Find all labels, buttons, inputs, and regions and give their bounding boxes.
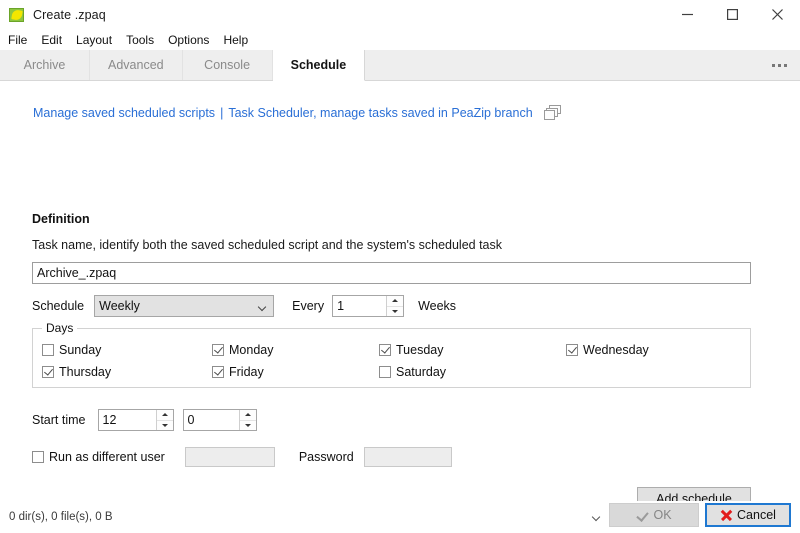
checkbox-icon-sunday[interactable] [42, 344, 54, 356]
every-label: Every [292, 299, 324, 313]
stepper-down-icon[interactable] [387, 306, 403, 317]
stepper-up-icon[interactable] [387, 296, 403, 306]
close-icon[interactable] [755, 0, 800, 29]
tab-console[interactable]: Console [183, 50, 273, 80]
tab-advanced[interactable]: Advanced [90, 50, 183, 80]
every-stepper[interactable]: 1 [332, 295, 404, 317]
start-time-hours-value: 12 [99, 410, 156, 430]
chevron-down-icon [259, 304, 266, 311]
password-label: Password [299, 450, 354, 464]
menu-item-tools[interactable]: Tools [126, 31, 162, 49]
checkbox-icon-thursday[interactable] [42, 366, 54, 378]
minutes-stepper-arrows[interactable] [239, 410, 256, 430]
chevron-down-icon[interactable] [593, 514, 602, 523]
checkbox-icon-run-as-different-user[interactable] [32, 451, 44, 463]
schedule-frequency-row: Schedule Weekly Every 1 Weeks [32, 295, 456, 317]
peazip-leaf-icon [9, 7, 25, 23]
menu-item-file[interactable]: File [8, 31, 35, 49]
menu-item-options[interactable]: Options [168, 31, 217, 49]
ok-button-label: OK [653, 508, 671, 522]
start-time-label: Start time [32, 413, 86, 427]
stepper-up-icon[interactable] [157, 410, 173, 420]
stepper-down-icon[interactable] [157, 420, 173, 431]
schedule-label: Schedule [32, 299, 84, 313]
hours-stepper-arrows[interactable] [156, 410, 173, 430]
link-separator: | [220, 106, 223, 120]
start-time-minutes-stepper[interactable]: 0 [183, 409, 257, 431]
start-time-row: Start time 12 0 [32, 409, 257, 431]
start-time-minutes-value: 0 [184, 410, 239, 430]
run-as-username-input[interactable] [185, 447, 275, 467]
day-label-wednesday: Wednesday [583, 343, 649, 357]
day-checkbox-monday[interactable]: Monday [212, 341, 379, 359]
task-name-input[interactable] [32, 262, 751, 284]
checkbox-icon-wednesday[interactable] [566, 344, 578, 356]
cancel-button-label: Cancel [737, 508, 776, 522]
menu-item-layout[interactable]: Layout [76, 31, 120, 49]
schedule-panel: Manage saved scheduled scripts | Task Sc… [0, 81, 800, 524]
checkbox-icon-friday[interactable] [212, 366, 224, 378]
tab-archive[interactable]: Archive [0, 50, 90, 80]
start-time-hours-stepper[interactable]: 12 [98, 409, 174, 431]
ok-button[interactable]: OK [609, 503, 699, 527]
day-checkbox-thursday[interactable]: Thursday [42, 363, 212, 381]
checkbox-icon-saturday[interactable] [379, 366, 391, 378]
checkbox-icon-monday[interactable] [212, 344, 224, 356]
definition-heading: Definition [32, 212, 90, 226]
run-as-row: Run as different user Password [32, 447, 452, 467]
days-groupbox: Days Sunday Monday Tuesday Wednesday Thu… [32, 328, 751, 388]
every-value: 1 [333, 296, 386, 316]
weeks-unit-label: Weeks [418, 299, 456, 313]
days-checkbox-grid: Sunday Monday Tuesday Wednesday Thursday… [42, 341, 742, 381]
manage-saved-scripts-link[interactable]: Manage saved scheduled scripts [33, 106, 215, 120]
task-scheduler-link[interactable]: Task Scheduler, manage tasks saved in Pe… [228, 106, 532, 120]
tab-schedule[interactable]: Schedule [273, 50, 366, 81]
links-row: Manage saved scheduled scripts | Task Sc… [33, 105, 561, 120]
run-as-label: Run as different user [49, 450, 165, 464]
schedule-frequency-value: Weekly [99, 299, 140, 313]
stepper-down-icon[interactable] [240, 420, 256, 431]
cancel-button[interactable]: Cancel [705, 503, 791, 527]
day-label-friday: Friday [229, 365, 264, 379]
menu-item-edit[interactable]: Edit [41, 31, 70, 49]
window-title: Create .zpaq [33, 8, 106, 22]
day-label-thursday: Thursday [59, 365, 111, 379]
windows-stack-icon[interactable] [544, 105, 561, 120]
window-controls [665, 0, 800, 29]
day-label-sunday: Sunday [59, 343, 101, 357]
check-icon [636, 510, 647, 521]
ellipsis-icon[interactable] [758, 50, 800, 80]
password-input[interactable] [364, 447, 452, 467]
checkbox-icon-tuesday[interactable] [379, 344, 391, 356]
maximize-icon[interactable] [710, 0, 755, 29]
day-checkbox-sunday[interactable]: Sunday [42, 341, 212, 359]
status-text: 0 dir(s), 0 file(s), 0 B [9, 511, 113, 523]
close-x-icon [720, 509, 732, 521]
day-checkbox-wednesday[interactable]: Wednesday [566, 341, 736, 359]
day-label-saturday: Saturday [396, 365, 446, 379]
day-checkbox-tuesday[interactable]: Tuesday [379, 341, 566, 359]
days-legend: Days [42, 321, 77, 335]
minimize-icon[interactable] [665, 0, 710, 29]
menu-bar: File Edit Layout Tools Options Help [0, 29, 800, 50]
tab-bar: Archive Advanced Console Schedule [0, 50, 800, 81]
day-label-tuesday: Tuesday [396, 343, 443, 357]
stepper-up-icon[interactable] [240, 410, 256, 420]
task-name-description: Task name, identify both the saved sched… [32, 238, 502, 252]
every-stepper-arrows[interactable] [386, 296, 403, 316]
day-checkbox-saturday[interactable]: Saturday [379, 363, 566, 381]
day-label-monday: Monday [229, 343, 273, 357]
menu-item-help[interactable]: Help [223, 31, 256, 49]
day-checkbox-friday[interactable]: Friday [212, 363, 379, 381]
title-bar: Create .zpaq [0, 0, 800, 29]
tab-bar-filler [365, 50, 758, 80]
schedule-frequency-select[interactable]: Weekly [94, 295, 274, 317]
